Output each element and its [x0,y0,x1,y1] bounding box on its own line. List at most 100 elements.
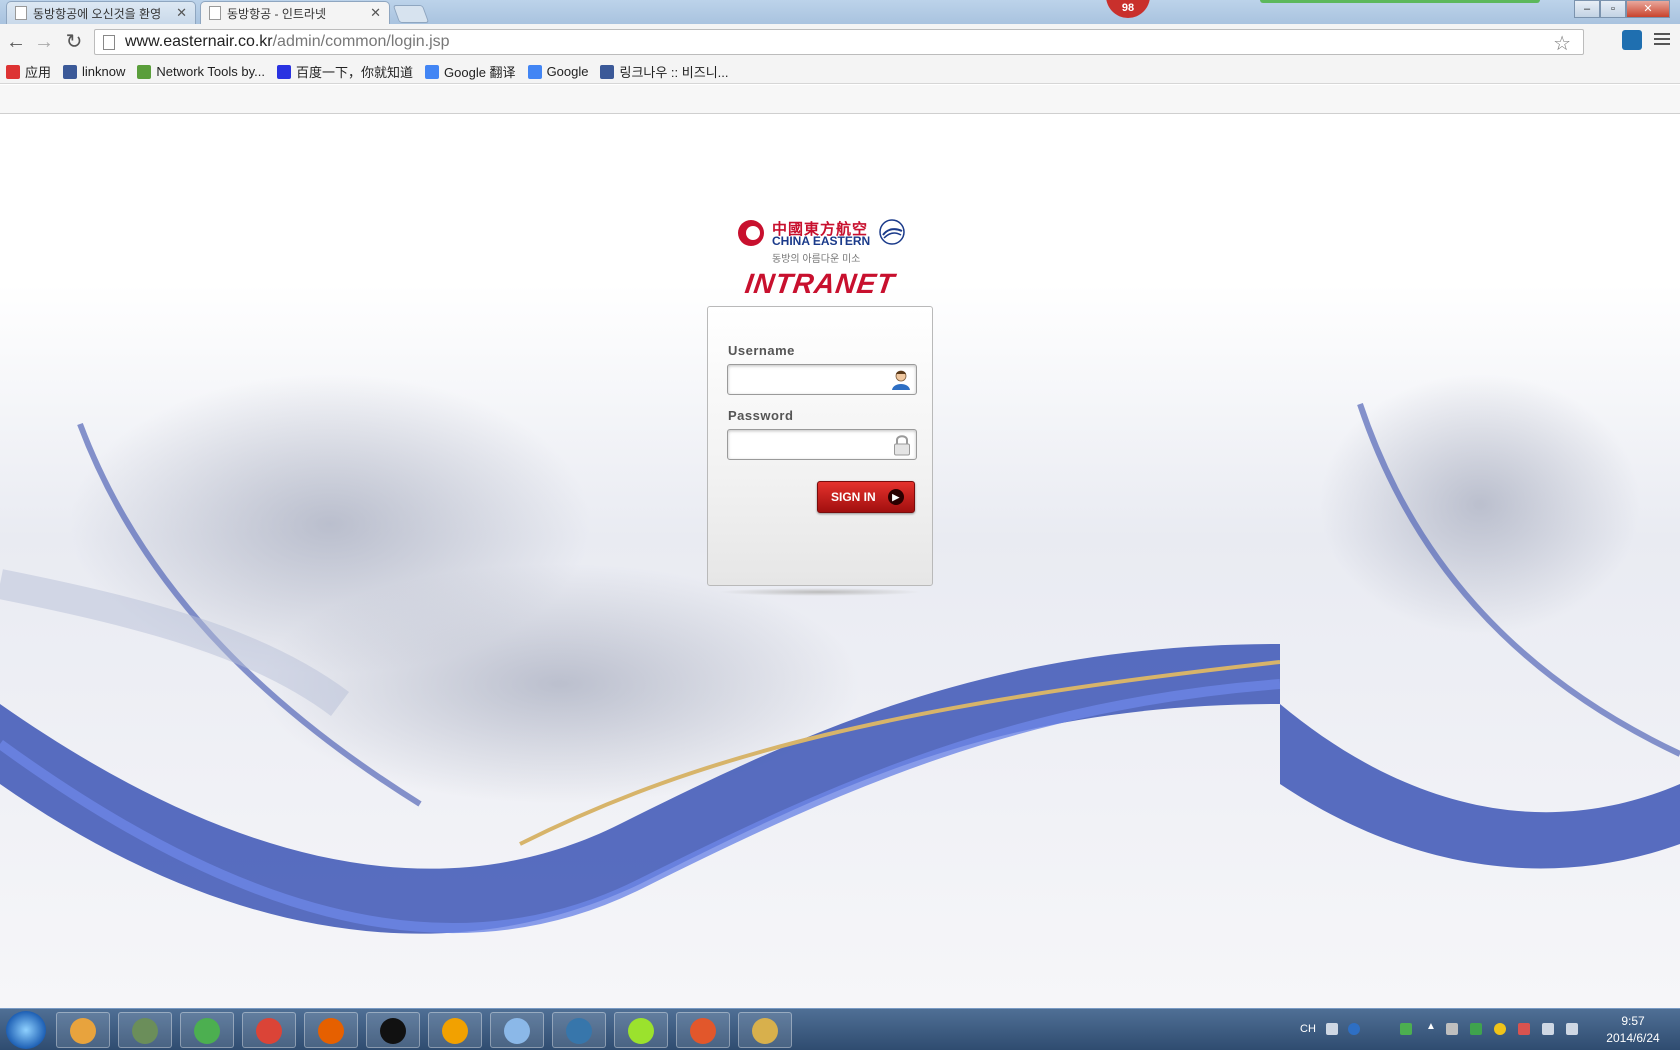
bookmark-label: Google 翻译 [444,65,516,80]
bookmark-label: Network Tools by... [156,64,265,79]
bookmark-item[interactable]: Google [527,64,589,79]
username-field[interactable] [727,364,917,395]
linknow-icon [600,64,615,79]
notepad-icon [504,1018,530,1044]
taskbar-app-button[interactable] [118,1012,172,1048]
tab-intranet[interactable]: 동방항공 - 인트라넷 ✕ [200,1,390,24]
apps-grid-icon [6,64,20,79]
taskbar-app-button[interactable] [676,1012,730,1048]
sign-in-button[interactable]: SIGN IN ▶ [817,481,915,513]
bookmark-item[interactable]: 百度一下，你就知道 [277,62,413,81]
baidu-icon [277,64,291,79]
clock-date: 2014/6/24 [1606,1031,1660,1045]
system-tray: CH ▲ [1296,1009,1596,1051]
taskbar-app-button[interactable] [242,1012,296,1048]
window-close-button[interactable]: ✕ [1626,0,1670,18]
bookmark-label: 应用 [25,65,52,80]
display-icon[interactable] [1542,1023,1554,1035]
bookmark-item[interactable]: Google 翻译 [425,62,516,81]
user-icon [892,370,910,390]
bookmark-label: 百度一下，你就知道 [296,65,414,80]
url-path: /admin/common/login.jsp [272,33,450,50]
new-tab-button[interactable] [392,5,430,23]
lock-tray-icon[interactable] [1446,1023,1458,1035]
computer-icon [132,1018,158,1044]
tab-title: 동방항공에 오신것을 환영 [33,6,162,21]
bookmark-label: 링크나우 :: 비즈니... [619,65,729,80]
star-icon[interactable]: ☆ [1553,31,1571,56]
keyboard-icon[interactable] [1326,1023,1338,1035]
google-icon [527,64,542,79]
address-bar[interactable]: www.easternair.co.kr/admin/common/login.… [94,29,1584,55]
bookmark-item[interactable]: 应用 [6,62,51,81]
page-icon [103,34,115,50]
extension-icon[interactable] [1622,30,1642,50]
page-header-strip [0,85,1680,114]
taskbar-app-button[interactable] [490,1012,544,1048]
bookmark-label: Google [546,64,589,79]
minimize-button[interactable]: – [1574,0,1600,18]
close-icon[interactable]: ✕ [176,5,187,21]
bookmark-item[interactable]: 링크나우 :: 비즈니... [600,62,729,81]
document-icon [15,6,27,20]
notification-badge[interactable]: 98 [1106,0,1150,18]
chrome-icon [256,1018,282,1044]
taskbar-app-button[interactable] [738,1012,792,1048]
clock[interactable]: 9:57 2014/6/24 [1598,1013,1668,1047]
show-hidden-icons[interactable]: ▲ [1426,1021,1436,1032]
sign-in-label: SIGN IN [831,490,876,504]
clock-time: 9:57 [1621,1014,1645,1028]
login-form-shadow [718,588,922,596]
taskbar-app-button[interactable] [56,1012,110,1048]
maximize-button[interactable]: ▫ [1600,0,1626,18]
green-bar [1260,0,1540,3]
background-swirl-image [0,284,1280,1008]
taskbar: CH ▲ 9:57 2014/6/24 [0,1008,1680,1050]
forward-icon[interactable]: → [32,30,56,54]
office-icon [690,1018,716,1044]
password-label: Password [728,408,794,423]
skyteam-icon [879,219,905,245]
username-input[interactable] [734,365,888,394]
cmd-icon [380,1018,406,1044]
taskbar-app-button[interactable] [428,1012,482,1048]
back-icon[interactable]: ← [4,30,28,54]
bookmarks-bar: 应用 linknow Network Tools by... 百度一下，你就知道 Goo… [0,60,1680,84]
logo-english-text: CHINA EASTERN [772,234,871,248]
china-eastern-logo: 中國東方航空 CHINA EASTERN 동방의 아름다운 미소 [738,218,908,268]
bookmark-item[interactable]: linknow [63,64,125,79]
taskbar-app-button[interactable] [552,1012,606,1048]
menu-icon[interactable] [1654,30,1670,48]
password-input[interactable] [734,430,888,459]
volume-icon[interactable] [1566,1023,1578,1035]
tab-strip: 동방항공에 오신것을 환영 ✕ 동방항공 - 인트라넷 ✕ 98 – ▫ ✕ [0,0,1680,24]
password-field[interactable] [727,429,917,460]
start-button[interactable] [6,1011,46,1049]
background-swirl-repeat-image [1280,284,1680,1008]
bookmark-item[interactable]: Network Tools by... [137,64,265,79]
taskbar-app-button[interactable] [180,1012,234,1048]
logo-korean-text: 동방의 아름다운 미소 [772,254,861,265]
linknow-icon [63,64,78,79]
arrow-right-icon: ▶ [887,489,904,505]
taskbar-app-button[interactable] [304,1012,358,1048]
input-language[interactable]: CH [1300,1023,1316,1035]
paint-icon [752,1018,778,1044]
firefox-icon [318,1018,344,1044]
help-icon[interactable] [1348,1023,1360,1035]
username-label: Username [728,343,795,358]
reload-icon[interactable]: ↻ [62,30,86,54]
network-error-icon[interactable] [1518,1023,1530,1035]
taskbar-app-button[interactable] [366,1012,420,1048]
shield-icon[interactable] [1470,1023,1482,1035]
picasa-icon [70,1018,96,1044]
close-icon[interactable]: ✕ [370,5,381,21]
battery-icon[interactable] [1400,1023,1412,1035]
refresh-app-icon [194,1018,220,1044]
taskbar-app-button[interactable] [614,1012,668,1048]
tab-welcome[interactable]: 동방항공에 오신것을 환영 ✕ [6,1,196,24]
plus-icon[interactable] [1494,1023,1506,1035]
app-n-icon [442,1018,468,1044]
logo-mark-icon [738,220,764,246]
ball-icon [628,1018,654,1044]
